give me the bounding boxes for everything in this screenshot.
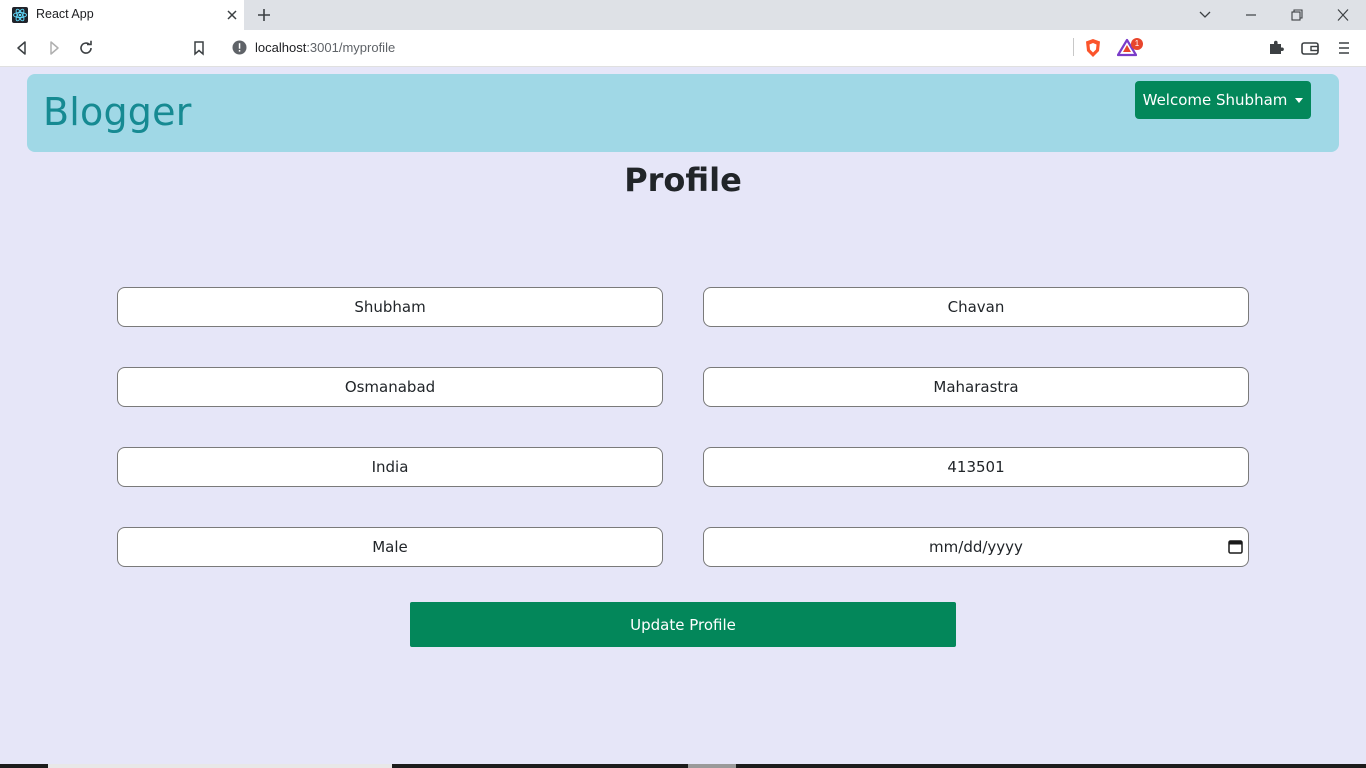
brand-logo[interactable]: Blogger [43, 90, 192, 134]
dob-field-wrapper [703, 527, 1249, 567]
last-name-field[interactable] [703, 287, 1249, 327]
puzzle-icon[interactable] [1266, 38, 1286, 58]
browser-tab-bar: React App [0, 0, 1366, 30]
first-name-field[interactable] [117, 287, 663, 327]
url-host: localhost [255, 40, 307, 55]
close-window-icon[interactable] [1336, 9, 1350, 21]
info-icon[interactable] [232, 40, 247, 55]
tab-title: React App [36, 7, 94, 21]
taskbar-segment [48, 764, 392, 768]
wallet-icon[interactable] [1300, 38, 1320, 58]
restore-icon[interactable] [1290, 9, 1304, 21]
omnibox-divider [1073, 38, 1074, 56]
page-title: Profile [624, 161, 742, 199]
chevron-down-icon[interactable] [1198, 9, 1212, 21]
city-field[interactable] [117, 367, 663, 407]
reload-icon[interactable] [78, 40, 94, 56]
pincode-field[interactable] [703, 447, 1249, 487]
close-icon[interactable] [226, 9, 238, 21]
state-field[interactable] [703, 367, 1249, 407]
country-field[interactable] [117, 447, 663, 487]
brave-shield-icon[interactable] [1083, 38, 1103, 58]
taskbar-segment [688, 764, 736, 768]
page-content: Blogger Welcome Shubham Profile Update P… [0, 67, 1366, 768]
forward-icon[interactable] [46, 40, 62, 56]
url-path: :3001/myprofile [306, 40, 396, 55]
update-profile-button[interactable]: Update Profile [410, 602, 956, 647]
caret-down-icon [1295, 97, 1304, 103]
back-icon[interactable] [14, 40, 30, 56]
browser-toolbar: localhost:3001/myprofile [0, 30, 1366, 67]
taskbar-strip [0, 764, 1366, 768]
plus-icon[interactable] [257, 8, 271, 22]
dob-field[interactable] [703, 527, 1249, 567]
welcome-dropdown-button[interactable]: Welcome Shubham [1135, 81, 1311, 119]
minimize-icon[interactable] [1244, 9, 1258, 21]
rewards-badge: 1 [1131, 38, 1143, 50]
react-favicon-icon [12, 7, 28, 23]
bookmark-icon[interactable] [191, 40, 207, 56]
address-bar[interactable]: localhost:3001/myprofile [222, 34, 1144, 62]
welcome-label: Welcome Shubham [1142, 91, 1288, 109]
browser-tab[interactable]: React App [0, 0, 244, 30]
gender-field[interactable] [117, 527, 663, 567]
url-text: localhost:3001/myprofile [255, 40, 395, 55]
menu-icon[interactable] [1334, 38, 1354, 58]
navbar: Blogger Welcome Shubham [27, 74, 1339, 152]
